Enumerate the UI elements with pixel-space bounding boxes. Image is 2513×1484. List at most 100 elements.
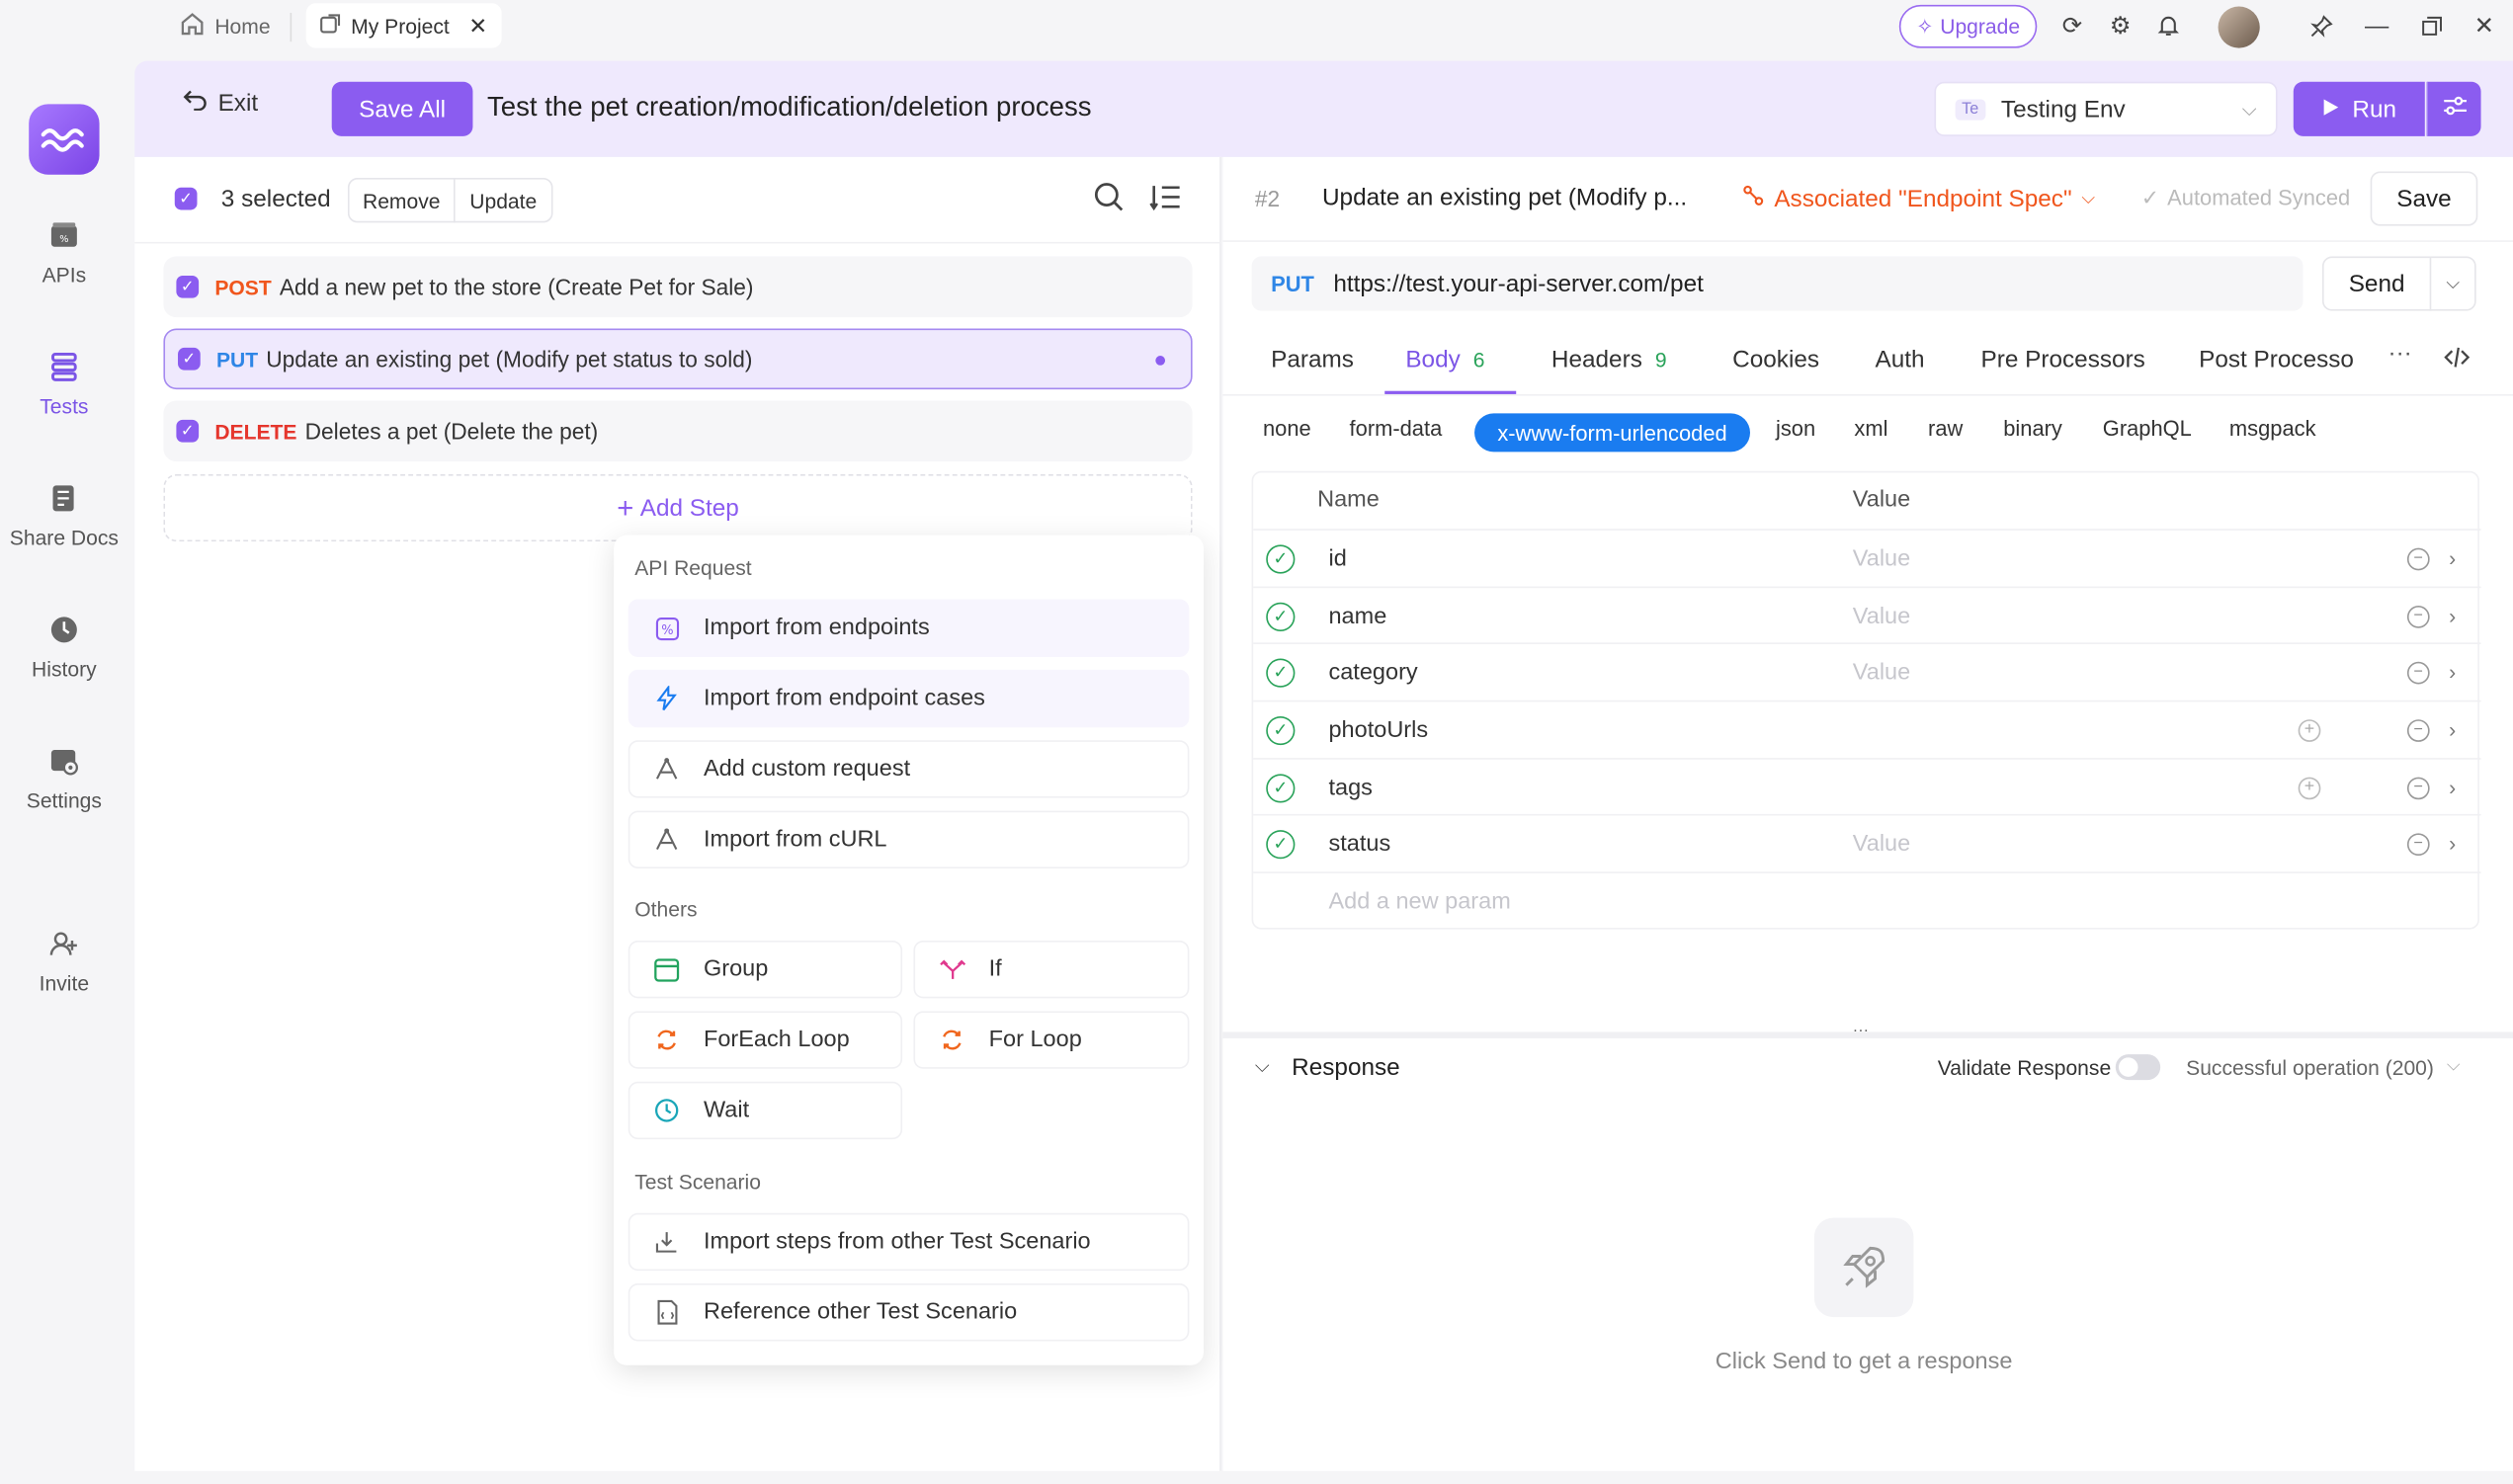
- nav-share-docs[interactable]: Share Docs: [0, 481, 128, 549]
- drag-dots-icon[interactable]: ···: [1853, 1023, 1869, 1040]
- refresh-icon[interactable]: ⟳: [2053, 6, 2092, 44]
- remove-param-icon[interactable]: −: [2406, 776, 2430, 799]
- run-button[interactable]: Run: [2293, 81, 2425, 136]
- enabled-check-icon[interactable]: ✓: [1266, 829, 1296, 859]
- send-button[interactable]: Send ⌵: [2321, 256, 2476, 311]
- param-value-input[interactable]: Value: [1853, 604, 1910, 629]
- table-row[interactable]: ✓ id Value − ›: [1253, 529, 2481, 586]
- minimize-icon[interactable]: —: [2358, 6, 2396, 44]
- menu-import-endpoint-cases[interactable]: Import from endpoint cases: [628, 669, 1190, 728]
- chevron-right-icon[interactable]: ›: [2449, 776, 2456, 799]
- request-title[interactable]: Update an existing pet (Modify p...: [1322, 185, 1687, 212]
- url-input[interactable]: https://test.your-api-server.com/pet: [1333, 270, 1704, 297]
- tab-home[interactable]: Home: [167, 3, 284, 47]
- add-param-input[interactable]: Add a new param: [1328, 888, 1510, 914]
- tab-body[interactable]: Body 6: [1405, 346, 1484, 373]
- run-settings-button[interactable]: [2426, 81, 2481, 136]
- body-type-urlencoded[interactable]: x-www-form-urlencoded: [1474, 413, 1751, 453]
- tab-headers[interactable]: Headers 9: [1551, 346, 1667, 373]
- body-type-graphql[interactable]: GraphQL: [2103, 417, 2192, 441]
- avatar[interactable]: [2218, 6, 2260, 48]
- param-name[interactable]: status: [1328, 831, 1390, 857]
- select-all-checkbox[interactable]: ✓: [174, 187, 198, 210]
- body-type-raw[interactable]: raw: [1928, 417, 1963, 441]
- nav-invite[interactable]: Invite: [0, 926, 128, 995]
- param-name[interactable]: id: [1328, 545, 1346, 571]
- menu-import-steps-scenario[interactable]: Import steps from other Test Scenario: [628, 1212, 1190, 1272]
- enabled-check-icon[interactable]: ✓: [1266, 543, 1296, 573]
- chevron-right-icon[interactable]: ›: [2449, 832, 2456, 856]
- menu-reference-scenario[interactable]: Reference other Test Scenario: [628, 1283, 1190, 1342]
- add-step-button[interactable]: + Add Step: [163, 474, 1193, 542]
- step-row-delete[interactable]: ✓ DELETE Deletes a pet (Delete the pet): [163, 400, 1193, 462]
- nav-tests[interactable]: Tests: [0, 350, 128, 418]
- scenario-title[interactable]: Test the pet creation/modification/delet…: [487, 91, 1091, 123]
- table-row[interactable]: ✓ name Value − ›: [1253, 586, 2481, 644]
- bell-icon[interactable]: [2149, 6, 2188, 44]
- tab-post-processors[interactable]: Post Processo: [2199, 346, 2354, 373]
- param-value-input[interactable]: Value: [1853, 831, 1910, 857]
- associated-endpoint-link[interactable]: Associated "Endpoint Spec" ⌵: [1742, 185, 2095, 213]
- param-name[interactable]: photoUrls: [1328, 717, 1428, 743]
- remove-param-icon[interactable]: −: [2406, 660, 2430, 684]
- table-row[interactable]: ✓ tags + − ›: [1253, 758, 2481, 815]
- menu-group[interactable]: Group: [628, 940, 903, 999]
- remove-param-icon[interactable]: −: [2406, 832, 2430, 856]
- step-checkbox[interactable]: ✓: [178, 347, 201, 371]
- save-button[interactable]: Save: [2370, 171, 2478, 226]
- method-badge[interactable]: PUT: [1271, 272, 1314, 295]
- table-row[interactable]: ✓ category Value − ›: [1253, 642, 2481, 700]
- body-type-form-data[interactable]: form-data: [1350, 417, 1443, 441]
- close-icon[interactable]: ✕: [468, 12, 487, 40]
- chevron-down-icon[interactable]: ⌵: [2431, 274, 2474, 294]
- param-name[interactable]: tags: [1328, 775, 1372, 800]
- update-button[interactable]: Update: [453, 178, 553, 223]
- more-tabs-icon[interactable]: ···: [2387, 340, 2411, 368]
- restore-icon[interactable]: [2412, 6, 2451, 44]
- param-value-input[interactable]: Value: [1853, 659, 1910, 685]
- collapse-chevron-icon[interactable]: ⌵: [1255, 1054, 1270, 1078]
- enabled-check-icon[interactable]: ✓: [1266, 601, 1296, 631]
- body-type-json[interactable]: json: [1776, 417, 1815, 441]
- remove-button[interactable]: Remove: [347, 178, 456, 223]
- menu-if[interactable]: If: [913, 940, 1190, 999]
- menu-for-loop[interactable]: For Loop: [913, 1011, 1190, 1069]
- param-name[interactable]: category: [1328, 659, 1417, 685]
- validate-response-toggle[interactable]: [2115, 1054, 2161, 1081]
- close-window-icon[interactable]: ✕: [2465, 6, 2503, 44]
- body-type-binary[interactable]: binary: [2003, 417, 2062, 441]
- code-icon[interactable]: [2444, 346, 2471, 369]
- menu-foreach-loop[interactable]: ForEach Loop: [628, 1011, 903, 1069]
- nav-apis[interactable]: % APIs: [0, 218, 128, 287]
- menu-add-custom-request[interactable]: Add custom request: [628, 740, 1190, 798]
- enabled-check-icon[interactable]: ✓: [1266, 773, 1296, 802]
- save-all-button[interactable]: Save All: [331, 81, 473, 136]
- chevron-right-icon[interactable]: ›: [2449, 546, 2456, 570]
- body-type-msgpack[interactable]: msgpack: [2229, 417, 2316, 441]
- chevron-right-icon[interactable]: ›: [2449, 604, 2456, 627]
- remove-param-icon[interactable]: −: [2406, 605, 2430, 627]
- url-bar[interactable]: PUT https://test.your-api-server.com/pet: [1251, 256, 2304, 311]
- step-checkbox[interactable]: ✓: [176, 419, 200, 443]
- tab-auth[interactable]: Auth: [1876, 346, 1925, 373]
- tab-my-project[interactable]: My Project ✕: [305, 3, 502, 48]
- chevron-right-icon[interactable]: ›: [2449, 660, 2456, 684]
- response-title[interactable]: Response: [1292, 1054, 1400, 1082]
- nav-history[interactable]: History: [0, 613, 128, 681]
- table-row[interactable]: ✓ status Value − ›: [1253, 813, 2481, 871]
- step-checkbox[interactable]: ✓: [176, 275, 200, 298]
- list-sort-icon[interactable]: [1149, 183, 1181, 219]
- param-value-input[interactable]: Value: [1853, 545, 1910, 571]
- resize-handle[interactable]: ···: [1222, 1023, 2513, 1040]
- add-child-param-icon[interactable]: +: [2298, 718, 2321, 742]
- tab-cookies[interactable]: Cookies: [1732, 346, 1819, 373]
- table-row[interactable]: ✓ photoUrls + − ›: [1253, 700, 2481, 758]
- nav-settings[interactable]: Settings: [0, 744, 128, 812]
- enabled-check-icon[interactable]: ✓: [1266, 657, 1296, 687]
- menu-import-curl[interactable]: Import from cURL: [628, 810, 1190, 869]
- pin-icon[interactable]: [2302, 6, 2340, 44]
- remove-param-icon[interactable]: −: [2406, 718, 2430, 742]
- chevron-right-icon[interactable]: ›: [2449, 718, 2456, 742]
- response-status-select[interactable]: Successful operation (200) ⌵: [2186, 1056, 2460, 1080]
- tab-params[interactable]: Params: [1271, 346, 1354, 373]
